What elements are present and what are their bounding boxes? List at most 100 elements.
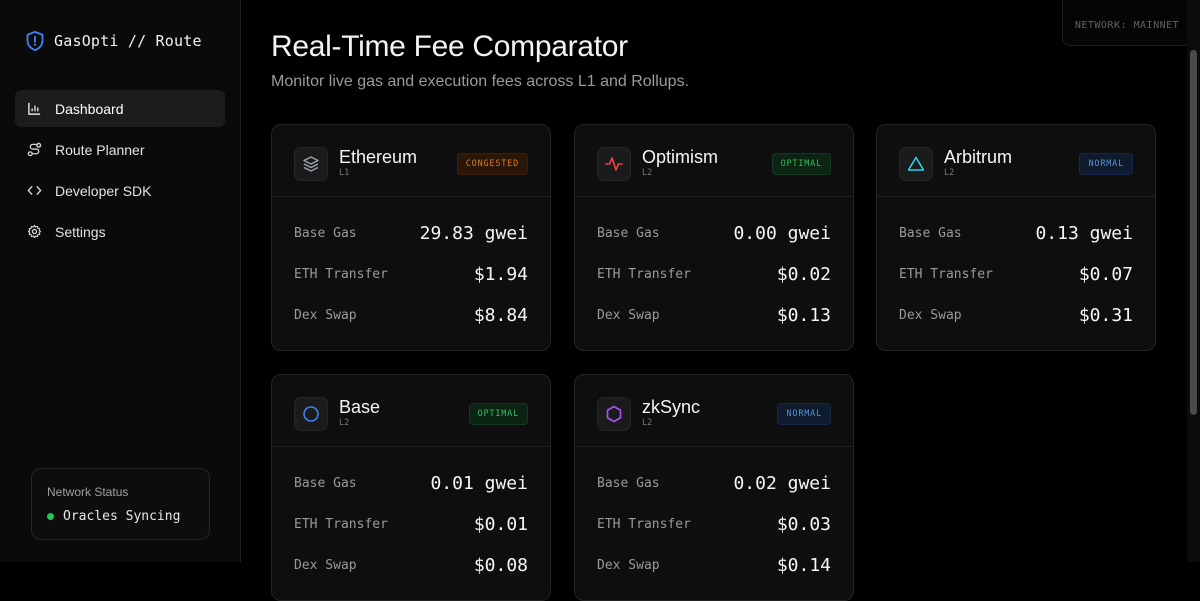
- status-badge: CONGESTED: [456, 153, 528, 175]
- sidebar-item-route-planner[interactable]: Route Planner: [15, 131, 225, 168]
- page-scrollbar[interactable]: [1187, 0, 1200, 562]
- fee-row: ETH Transfer $1.94: [294, 254, 528, 295]
- chain-layer: L2: [339, 418, 350, 428]
- status-badge: OPTIMAL: [468, 403, 528, 425]
- gear-icon: [26, 224, 42, 240]
- fee-value: 0.00 gwei: [733, 223, 831, 244]
- fee-row: ETH Transfer $0.01: [294, 504, 528, 545]
- status-badge: NORMAL: [1079, 153, 1133, 175]
- status-line: Oracles Syncing: [47, 509, 194, 524]
- sidebar-item-settings[interactable]: Settings: [15, 213, 225, 250]
- hexagon-icon: [597, 397, 631, 431]
- chain-card-base[interactable]: Base L2 OPTIMAL Base Gas 0.01 gwei ETH Tr…: [271, 374, 551, 601]
- chain-name: Optimism: [642, 147, 718, 167]
- fee-value: $1.94: [473, 264, 528, 285]
- fee-value: 0.13 gwei: [1035, 223, 1133, 244]
- fee-value: 0.01 gwei: [430, 473, 528, 494]
- brand-name: GasOpti // Route: [54, 32, 202, 50]
- chain-card-arbitrum[interactable]: Arbitrum L2 NORMAL Base Gas 0.13 gwei ETH…: [876, 124, 1156, 351]
- fee-rows: Base Gas 0.02 gwei ETH Transfer $0.03 Dex …: [575, 463, 853, 586]
- fee-label: Dex Swap: [597, 308, 660, 323]
- fee-row: ETH Transfer $0.07: [899, 254, 1133, 295]
- network-status-card: Network Status Oracles Syncing: [31, 468, 210, 540]
- fee-value: $0.08: [473, 555, 528, 576]
- page-subtitle: Monitor live gas and execution fees acro…: [271, 73, 690, 90]
- fee-rows: Base Gas 0.13 gwei ETH Transfer $0.07 Dex …: [877, 213, 1155, 336]
- fee-label: Dex Swap: [899, 308, 962, 323]
- sidebar-item-label: Dashboard: [55, 100, 124, 117]
- card-header: zkSync L2 NORMAL: [575, 375, 853, 447]
- card-header: Optimism L2 OPTIMAL: [575, 125, 853, 197]
- fee-label: ETH Transfer: [294, 267, 388, 282]
- fee-label: ETH Transfer: [899, 267, 993, 282]
- scrollbar-thumb[interactable]: [1190, 50, 1197, 415]
- fee-value: $8.84: [473, 305, 528, 326]
- fee-row: ETH Transfer $0.02: [597, 254, 831, 295]
- sidebar: GasOpti // Route Dashboard Route Planner…: [0, 0, 241, 562]
- sidebar-item-dashboard[interactable]: Dashboard: [15, 90, 225, 127]
- fee-rows: Base Gas 0.00 gwei ETH Transfer $0.02 Dex …: [575, 213, 853, 336]
- chain-name: Ethereum: [339, 147, 418, 167]
- sidebar-item-label: Settings: [55, 223, 106, 240]
- fee-value: 0.02 gwei: [733, 473, 831, 494]
- network-indicator[interactable]: NETWORK: MAINNET: [1062, 0, 1192, 46]
- fee-label: Base Gas: [899, 226, 962, 241]
- fee-label: Base Gas: [294, 476, 357, 491]
- fee-label: Dex Swap: [597, 558, 660, 573]
- fee-row: Dex Swap $0.13: [597, 295, 831, 336]
- page-title: Real-Time Fee Comparator: [271, 30, 628, 63]
- fee-label: Base Gas: [294, 226, 357, 241]
- card-header: Ethereum L1 CONGESTED: [272, 125, 550, 197]
- chain-layer: L2: [944, 168, 955, 178]
- fee-value: $0.02: [776, 264, 831, 285]
- fee-value: $0.31: [1078, 305, 1133, 326]
- shield-alert-icon: [26, 30, 44, 52]
- fee-value: $0.14: [776, 555, 831, 576]
- fee-label: Base Gas: [597, 226, 660, 241]
- chain-layer: L2: [642, 418, 653, 428]
- bar-chart-icon: [26, 101, 42, 117]
- chain-layer: L1: [339, 168, 350, 178]
- triangle-icon: [899, 147, 933, 181]
- fee-label: ETH Transfer: [294, 517, 388, 532]
- fee-value: $0.13: [776, 305, 831, 326]
- sidebar-item-developer-sdk[interactable]: Developer SDK: [15, 172, 225, 209]
- fee-row: Base Gas 0.01 gwei: [294, 463, 528, 504]
- layers-icon: [294, 147, 328, 181]
- activity-icon: [597, 147, 631, 181]
- card-header: Arbitrum L2 NORMAL: [877, 125, 1155, 197]
- fee-row: Dex Swap $0.31: [899, 295, 1133, 336]
- fee-row: Dex Swap $0.14: [597, 545, 831, 586]
- brand[interactable]: GasOpti // Route: [25, 30, 202, 52]
- fee-rows: Base Gas 29.83 gwei ETH Transfer $1.94 Dex…: [272, 213, 550, 336]
- fee-label: Base Gas: [597, 476, 660, 491]
- fee-value: $0.01: [473, 514, 528, 535]
- status-dot-icon: [47, 513, 54, 520]
- chain-card-optimism[interactable]: Optimism L2 OPTIMAL Base Gas 0.00 gwei ET…: [574, 124, 854, 351]
- sidebar-item-label: Developer SDK: [55, 182, 152, 199]
- chain-card-ethereum[interactable]: Ethereum L1 CONGESTED Base Gas 29.83 gwei…: [271, 124, 551, 351]
- chain-name: Arbitrum: [944, 147, 1013, 167]
- chain-layer: L2: [642, 168, 653, 178]
- fee-row: Dex Swap $8.84: [294, 295, 528, 336]
- fee-label: Dex Swap: [294, 308, 357, 323]
- fee-row: Base Gas 0.00 gwei: [597, 213, 831, 254]
- fee-row: ETH Transfer $0.03: [597, 504, 831, 545]
- route-icon: [26, 142, 42, 158]
- sidebar-nav: Dashboard Route Planner Developer SDK Se…: [15, 90, 225, 254]
- code-icon: [26, 183, 42, 199]
- fee-row: Base Gas 29.83 gwei: [294, 213, 528, 254]
- chain-name: zkSync: [642, 397, 701, 417]
- status-title: Network Status: [47, 485, 129, 499]
- fee-value: 29.83 gwei: [419, 223, 528, 244]
- chain-card-zksync[interactable]: zkSync L2 NORMAL Base Gas 0.02 gwei ETH T…: [574, 374, 854, 601]
- chain-name: Base: [339, 397, 381, 417]
- status-badge: OPTIMAL: [771, 153, 831, 175]
- fee-row: Dex Swap $0.08: [294, 545, 528, 586]
- fee-label: Dex Swap: [294, 558, 357, 573]
- fee-row: Base Gas 0.13 gwei: [899, 213, 1133, 254]
- card-header: Base L2 OPTIMAL: [272, 375, 550, 447]
- fee-value: $0.03: [776, 514, 831, 535]
- fee-rows: Base Gas 0.01 gwei ETH Transfer $0.01 Dex …: [272, 463, 550, 586]
- circle-icon: [294, 397, 328, 431]
